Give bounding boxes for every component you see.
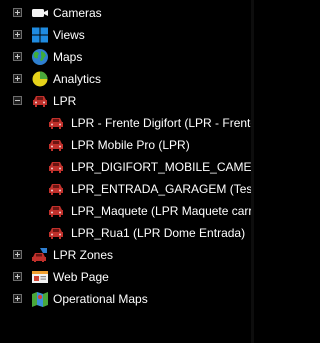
web-page-icon [31,268,49,286]
expand-toggle[interactable] [13,272,22,281]
tree-node-cameras[interactable]: Cameras [0,2,251,24]
tree-node-lpr-child[interactable]: LPR_Rua1 (LPR Dome Entrada) [0,222,251,244]
tree-node-maps[interactable]: Maps [0,46,251,68]
tree-node-label: LPR Zones [53,248,114,262]
camera-icon [31,4,49,22]
tree-node-label: LPR - Frente Digifort (LPR - Frente [71,116,254,130]
vertical-scrollbar[interactable] [251,0,254,343]
tree-node-analytics[interactable]: Analytics [0,68,251,90]
tree-node-views[interactable]: Views [0,24,251,46]
tree-node-label: LPR_Maquete (LPR Maquete carro [71,204,254,218]
tree-node-label: LPR_DIGIFORT_MOBILE_CAMERA [71,160,254,174]
car-icon [47,136,65,154]
expand-toggle[interactable] [13,250,22,259]
expand-toggle[interactable] [13,8,22,17]
car-icon [31,92,49,110]
map-icon [31,290,49,308]
car-icon [47,158,65,176]
windows-grid-icon [31,26,49,44]
tree-node-label: LPR [53,94,77,108]
tree-node-label: Views [53,28,85,42]
navigation-tree: Cameras Views Maps Analytics LPR LPR - F… [0,0,254,343]
tree-node-label: Analytics [53,72,102,86]
tree-node-operational-maps[interactable]: Operational Maps [0,288,251,310]
pie-chart-icon [31,70,49,88]
tree-node-lpr-zones[interactable]: LPR Zones [0,244,251,266]
tree-node-label: Maps [53,50,83,64]
tree-node-label: Web Page [53,270,109,284]
car-icon [47,224,65,242]
tree-node-lpr-child[interactable]: LPR_ENTRADA_GARAGEM (Test d [0,178,254,200]
tree-node-label: LPR Mobile Pro (LPR) [71,138,190,152]
tree-node-label: Operational Maps [53,292,148,306]
tree-node-lpr-child[interactable]: LPR Mobile Pro (LPR) [0,134,251,156]
tree-node-lpr-child[interactable]: LPR_Maquete (LPR Maquete carro [0,200,254,222]
tree-node-lpr[interactable]: LPR [0,90,251,112]
tree-node-label: LPR_ENTRADA_GARAGEM (Test d [71,182,254,196]
car-icon [47,202,65,220]
car-icon [47,114,65,132]
tree-node-label: LPR_Rua1 (LPR Dome Entrada) [71,226,246,240]
expand-toggle[interactable] [13,30,22,39]
expand-toggle[interactable] [13,52,22,61]
collapse-toggle[interactable] [13,96,22,105]
car-icon [47,180,65,198]
expand-toggle[interactable] [13,74,22,83]
tree-node-label: Cameras [53,6,102,20]
tree-node-lpr-child[interactable]: LPR_DIGIFORT_MOBILE_CAMERA [0,156,254,178]
expand-toggle[interactable] [13,294,22,303]
car-zone-icon [31,246,49,264]
tree-node-web-page[interactable]: Web Page [0,266,251,288]
globe-icon [31,48,49,66]
tree-node-lpr-child[interactable]: LPR - Frente Digifort (LPR - Frente [0,112,254,134]
